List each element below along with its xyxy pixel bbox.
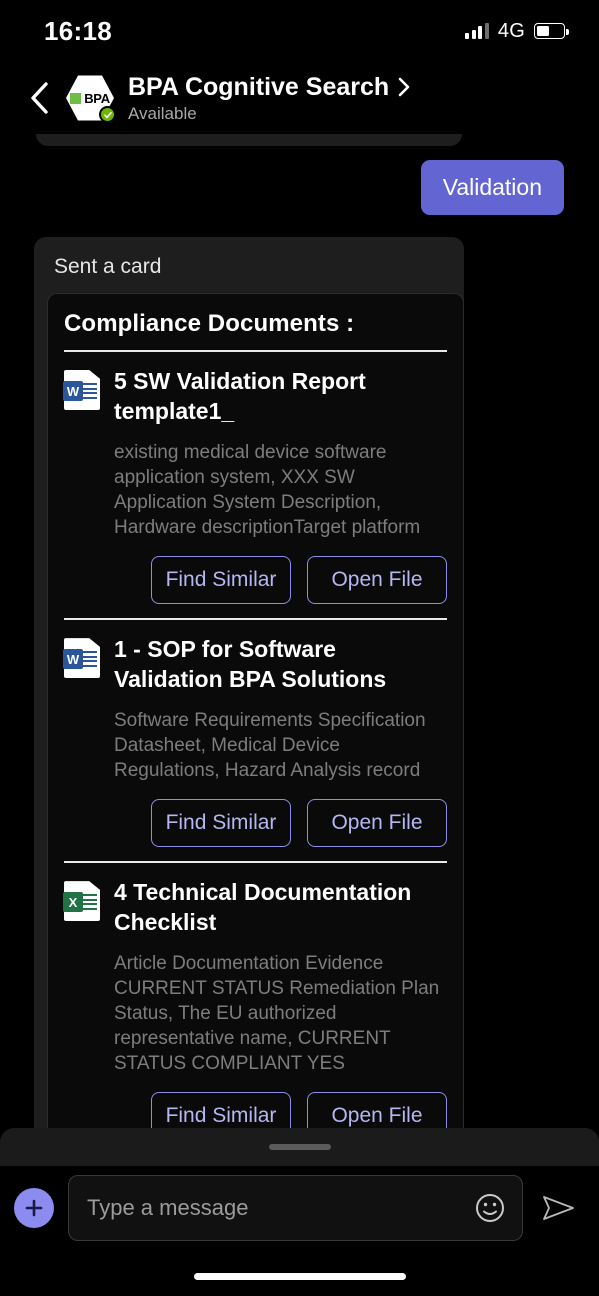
- outgoing-message-row: Validation: [0, 134, 599, 215]
- card-title: Compliance Documents :: [64, 310, 355, 337]
- document-actions: Find Similar Open File: [64, 1076, 447, 1130]
- find-similar-button[interactable]: Find Similar: [151, 799, 291, 848]
- logo-green-square: [70, 92, 82, 104]
- check-circle-icon: [99, 106, 116, 123]
- availability-status: Available: [128, 103, 197, 123]
- word-document-icon: W: [63, 370, 100, 410]
- open-file-button[interactable]: Open File: [307, 1092, 447, 1130]
- avatar[interactable]: BPA: [66, 74, 116, 123]
- back-button[interactable]: [16, 75, 62, 121]
- message-input-wrapper[interactable]: Type a message: [68, 1175, 523, 1241]
- outgoing-message-bubble[interactable]: Validation: [420, 160, 564, 215]
- word-document-icon: W: [63, 638, 100, 679]
- chevron-left-icon: [31, 82, 48, 114]
- list-item[interactable]: W 1 - SOP for Software Validation BPA So…: [63, 620, 447, 861]
- document-actions: Find Similar Open File: [64, 783, 447, 861]
- document-description: existing medical device software applica…: [114, 441, 421, 539]
- sent-a-card-label: Sent a card: [54, 255, 162, 278]
- battery-icon: [534, 23, 569, 39]
- signal-bars-icon: [465, 23, 489, 39]
- message-composer: Type a message: [0, 1166, 599, 1250]
- status-bar-clock: 16:18: [44, 15, 112, 46]
- open-file-button[interactable]: Open File: [307, 799, 447, 848]
- header-title-block[interactable]: BPA Cognitive Search Available: [128, 73, 410, 124]
- home-indicator: [193, 1273, 406, 1280]
- open-file-button[interactable]: Open File: [307, 556, 447, 605]
- document-title: 1 - SOP for Software Validation BPA Solu…: [114, 636, 387, 692]
- list-item[interactable]: X 4 Technical Documentation Checklist Ar…: [63, 863, 447, 1130]
- status-bar: 16:18 4G: [0, 0, 599, 62]
- page-title: BPA Cognitive Search: [128, 72, 390, 101]
- compliance-documents-card: Compliance Documents : W 5 SW Validation…: [47, 293, 464, 1130]
- send-paper-plane-icon[interactable]: [537, 1186, 581, 1230]
- incoming-card-container: Sent a card Compliance Documents : W 5 S…: [34, 237, 464, 1130]
- app-header: BPA BPA Cognitive Search Available: [0, 62, 599, 134]
- smiley-icon[interactable]: [474, 1192, 506, 1224]
- document-actions: Find Similar Open File: [64, 540, 447, 618]
- document-description: Software Requirements Specification Data…: [114, 709, 426, 782]
- plus-circle-icon[interactable]: [14, 1188, 54, 1228]
- find-similar-button[interactable]: Find Similar: [151, 1092, 291, 1130]
- network-type-label: 4G: [497, 19, 525, 42]
- chevron-right-icon[interactable]: [398, 77, 410, 97]
- status-bar-indicators: 4G: [465, 19, 569, 43]
- list-item[interactable]: W 5 SW Validation Report template1_ exis…: [63, 352, 447, 618]
- conversation-scroll-area[interactable]: Validation Sent a card Compliance Docume…: [0, 134, 599, 1130]
- document-title: 5 SW Validation Report template1_: [114, 368, 366, 424]
- previous-message-bubble-partial: [36, 134, 462, 146]
- drag-handle[interactable]: [268, 1144, 331, 1150]
- document-title: 4 Technical Documentation Checklist: [114, 879, 412, 935]
- document-description: Article Documentation Evidence CURRENT S…: [114, 952, 440, 1075]
- excel-document-icon: X: [63, 881, 100, 922]
- find-similar-button[interactable]: Find Similar: [151, 556, 291, 605]
- bottom-sheet-handle-bar[interactable]: [0, 1128, 599, 1166]
- logo-text: BPA: [84, 90, 110, 106]
- search-input[interactable]: Type a message: [87, 1195, 464, 1221]
